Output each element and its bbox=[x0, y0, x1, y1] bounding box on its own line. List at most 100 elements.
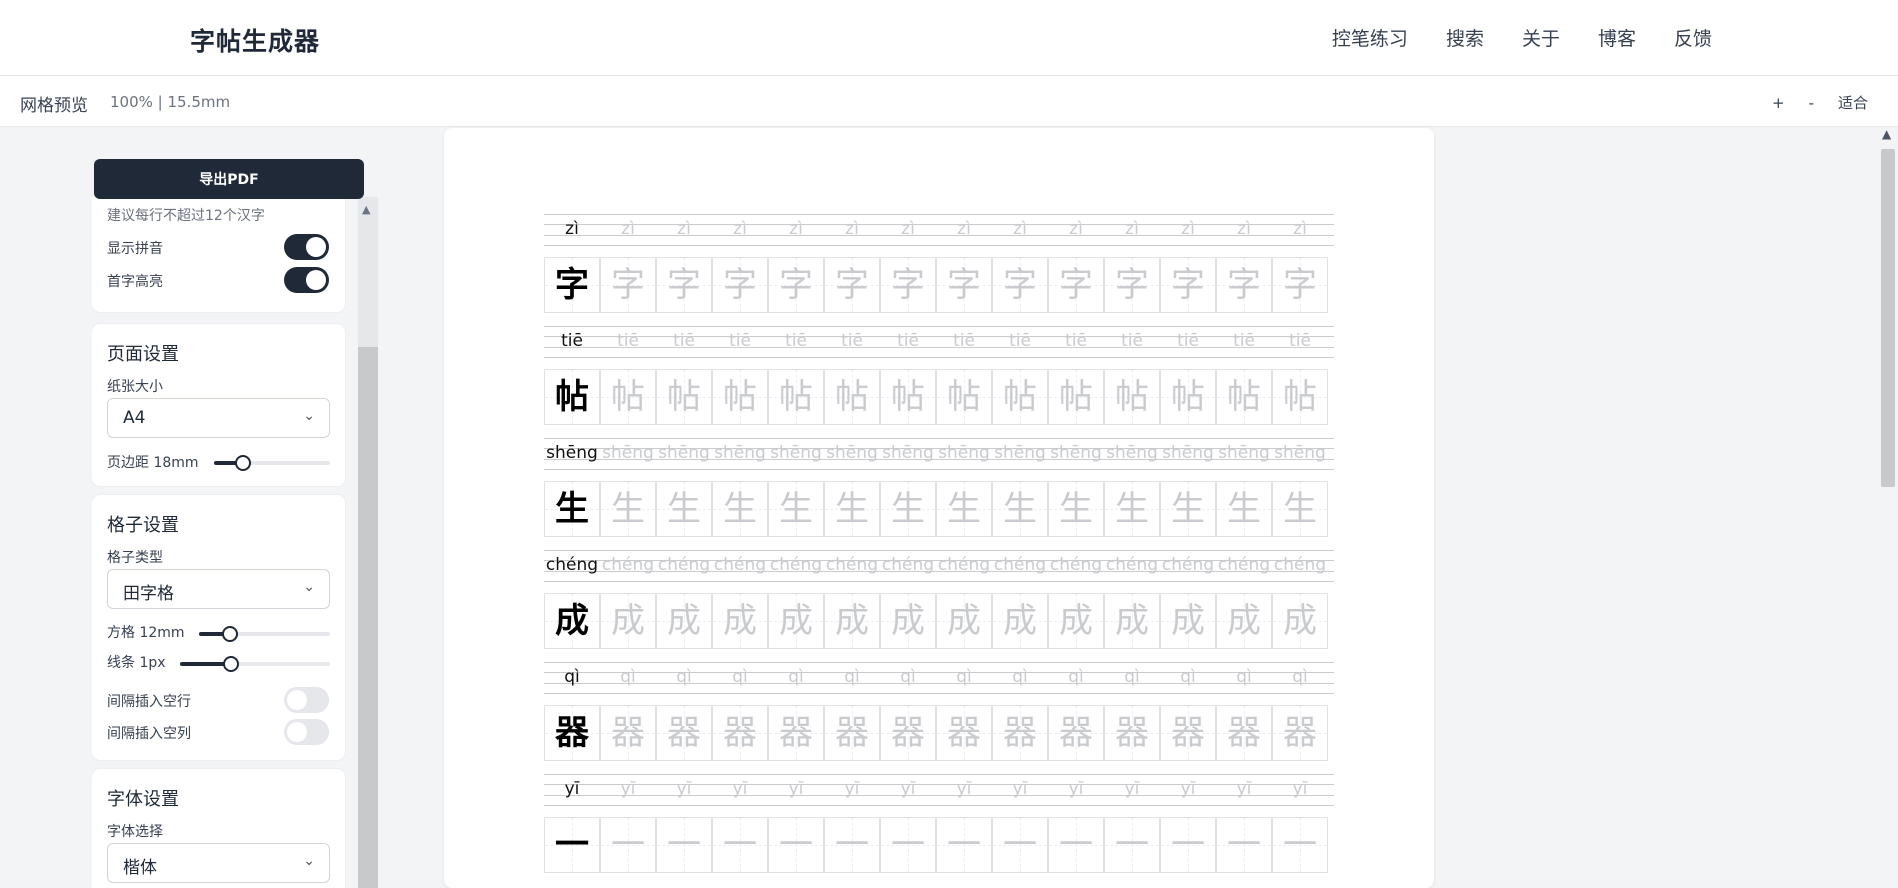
nav-link-blog[interactable]: 博客 bbox=[1598, 24, 1636, 51]
trace-character: 一 bbox=[947, 825, 981, 865]
paper-size-select[interactable]: A4 ⌄ bbox=[107, 398, 330, 438]
line-width-slider-handle[interactable] bbox=[223, 656, 239, 672]
trace-character: 一 bbox=[1171, 825, 1205, 865]
trace-character: 成 bbox=[723, 601, 757, 641]
trace-character: 器 bbox=[1003, 713, 1037, 753]
scroll-up-icon[interactable]: ▲ bbox=[362, 203, 370, 216]
grid-type-label: 格子类型 bbox=[107, 550, 163, 566]
margin-slider[interactable] bbox=[214, 455, 330, 471]
pinyin-trace: qì bbox=[788, 667, 804, 687]
tian-grid-cell: 成 bbox=[768, 593, 824, 649]
practice-row: chéng chéng chéng chéng chéng chéng chéng chéng… bbox=[544, 550, 1334, 662]
tian-grid-cell: 生 bbox=[1104, 481, 1160, 537]
blank-row-toggle[interactable] bbox=[284, 687, 329, 713]
pinyin-band: shēng shēng shēng shēng shēng shēng shēng shēng… bbox=[544, 438, 1334, 470]
fit-button[interactable]: 适合 bbox=[1838, 92, 1868, 113]
tian-grid-cell: 成 bbox=[1048, 593, 1104, 649]
trace-character: 成 bbox=[1171, 601, 1205, 641]
model-character: 器 bbox=[555, 713, 589, 753]
trace-character: 字 bbox=[723, 265, 757, 305]
show-pinyin-label: 显示拼音 bbox=[107, 241, 163, 257]
pinyin-trace: yī bbox=[788, 779, 804, 799]
tian-grid-cell: 一 bbox=[544, 817, 600, 873]
font-select-value: 楷体 bbox=[123, 858, 157, 878]
pinyin-label: chéng bbox=[545, 555, 599, 575]
zoom-in-button[interactable]: + bbox=[1772, 94, 1785, 112]
tian-grid-cell: 一 bbox=[936, 817, 992, 873]
blank-col-toggle[interactable] bbox=[284, 719, 329, 745]
trace-character: 器 bbox=[667, 713, 701, 753]
tian-grid-cell: 一 bbox=[1048, 817, 1104, 873]
tian-grid-cell: 生 bbox=[880, 481, 936, 537]
zoom-controls: + - 适合 bbox=[1748, 92, 1868, 113]
trace-character: 成 bbox=[835, 601, 869, 641]
tian-grid-cell: 字 bbox=[1160, 257, 1216, 313]
app-title[interactable]: 字帖生成器 bbox=[190, 22, 320, 58]
trace-character: 字 bbox=[611, 265, 645, 305]
highlight-first-toggle[interactable] bbox=[284, 267, 329, 293]
pinyin-trace: shēng bbox=[994, 443, 1046, 463]
margin-slider-handle[interactable] bbox=[235, 455, 251, 471]
trace-character: 帖 bbox=[611, 377, 645, 417]
export-pdf-button[interactable]: 导出PDF bbox=[94, 159, 364, 199]
tian-grid-cell: 成 bbox=[824, 593, 880, 649]
tian-grid-cell: 器 bbox=[656, 705, 712, 761]
trace-character: 帖 bbox=[723, 377, 757, 417]
model-character: 生 bbox=[555, 489, 589, 529]
tian-grid-cell: 生 bbox=[656, 481, 712, 537]
line-width-slider[interactable] bbox=[180, 656, 330, 672]
preview-scroll-thumb[interactable] bbox=[1881, 149, 1895, 487]
nav-link-pen-practice[interactable]: 控笔练习 bbox=[1332, 24, 1408, 51]
tian-grid-cell: 生 bbox=[824, 481, 880, 537]
pinyin-trace: chéng bbox=[601, 555, 655, 575]
tian-grid-cell: 器 bbox=[1272, 705, 1328, 761]
preview-scrollbar[interactable]: ▲ bbox=[1878, 127, 1898, 888]
tian-grid-cell: 生 bbox=[768, 481, 824, 537]
pinyin-trace: chéng bbox=[937, 555, 991, 575]
cell-size-slider[interactable] bbox=[199, 626, 330, 642]
tian-grid-cell: 成 bbox=[1216, 593, 1272, 649]
trace-character: 生 bbox=[1115, 489, 1149, 529]
trace-character: 成 bbox=[1283, 601, 1317, 641]
sidebar-scroll-thumb[interactable] bbox=[358, 347, 378, 888]
trace-character: 一 bbox=[723, 825, 757, 865]
tian-grid-cell: 字 bbox=[992, 257, 1048, 313]
grid-type-select[interactable]: 田字格 ⌄ bbox=[107, 569, 330, 609]
show-pinyin-toggle[interactable] bbox=[284, 234, 329, 260]
pinyin-trace: chéng bbox=[713, 555, 767, 575]
sidebar-scrollbar[interactable]: ▲ bbox=[358, 197, 378, 888]
pinyin-trace: qì bbox=[900, 667, 916, 687]
pinyin-label: shēng bbox=[546, 443, 598, 463]
pinyin-trace: zì bbox=[789, 219, 803, 239]
trace-character: 一 bbox=[1227, 825, 1261, 865]
cell-size-slider-handle[interactable] bbox=[222, 626, 238, 642]
trace-character: 字 bbox=[1283, 265, 1317, 305]
zoom-out-button[interactable]: - bbox=[1809, 94, 1814, 112]
scroll-up-icon[interactable]: ▲ bbox=[1882, 127, 1891, 141]
blank-row-label: 间隔插入空行 bbox=[107, 694, 191, 710]
nav-link-search[interactable]: 搜索 bbox=[1446, 24, 1484, 51]
trace-character: 器 bbox=[779, 713, 813, 753]
tian-grid-cell: 一 bbox=[1160, 817, 1216, 873]
settings-sidebar: ▲ 建议每行不超过12个汉字 显示拼音 首字高亮 导出PDF 页面设置 纸张大小… bbox=[92, 127, 382, 888]
trace-character: 帖 bbox=[1003, 377, 1037, 417]
pinyin-trace: tiē bbox=[617, 331, 639, 351]
nav-link-about[interactable]: 关于 bbox=[1522, 24, 1560, 51]
grid-settings-card: 格子设置 格子类型 田字格 ⌄ 方格 12mm 线条 1px 间隔插入空行 间隔… bbox=[92, 495, 345, 760]
pinyin-trace: yī bbox=[620, 779, 636, 799]
trace-character: 生 bbox=[1059, 489, 1093, 529]
tian-grid-cell: 一 bbox=[880, 817, 936, 873]
pinyin-trace: yī bbox=[1292, 779, 1308, 799]
nav-link-feedback[interactable]: 反馈 bbox=[1674, 24, 1712, 51]
pinyin-trace: zì bbox=[1181, 219, 1195, 239]
pinyin-trace: tiē bbox=[1121, 331, 1143, 351]
font-select[interactable]: 楷体 ⌄ bbox=[107, 843, 330, 883]
pinyin-band: zì zì zì zì zì zì zì zì zì zì zì zì zì zì bbox=[544, 214, 1334, 246]
trace-character: 生 bbox=[779, 489, 813, 529]
character-row: 器器器器器器器器器器器器器器 bbox=[544, 705, 1334, 761]
tian-grid-cell: 器 bbox=[824, 705, 880, 761]
tian-grid-cell: 字 bbox=[1048, 257, 1104, 313]
tian-grid-cell: 字 bbox=[880, 257, 936, 313]
character-row: 帖帖帖帖帖帖帖帖帖帖帖帖帖帖 bbox=[544, 369, 1334, 425]
pinyin-trace: qì bbox=[956, 667, 972, 687]
